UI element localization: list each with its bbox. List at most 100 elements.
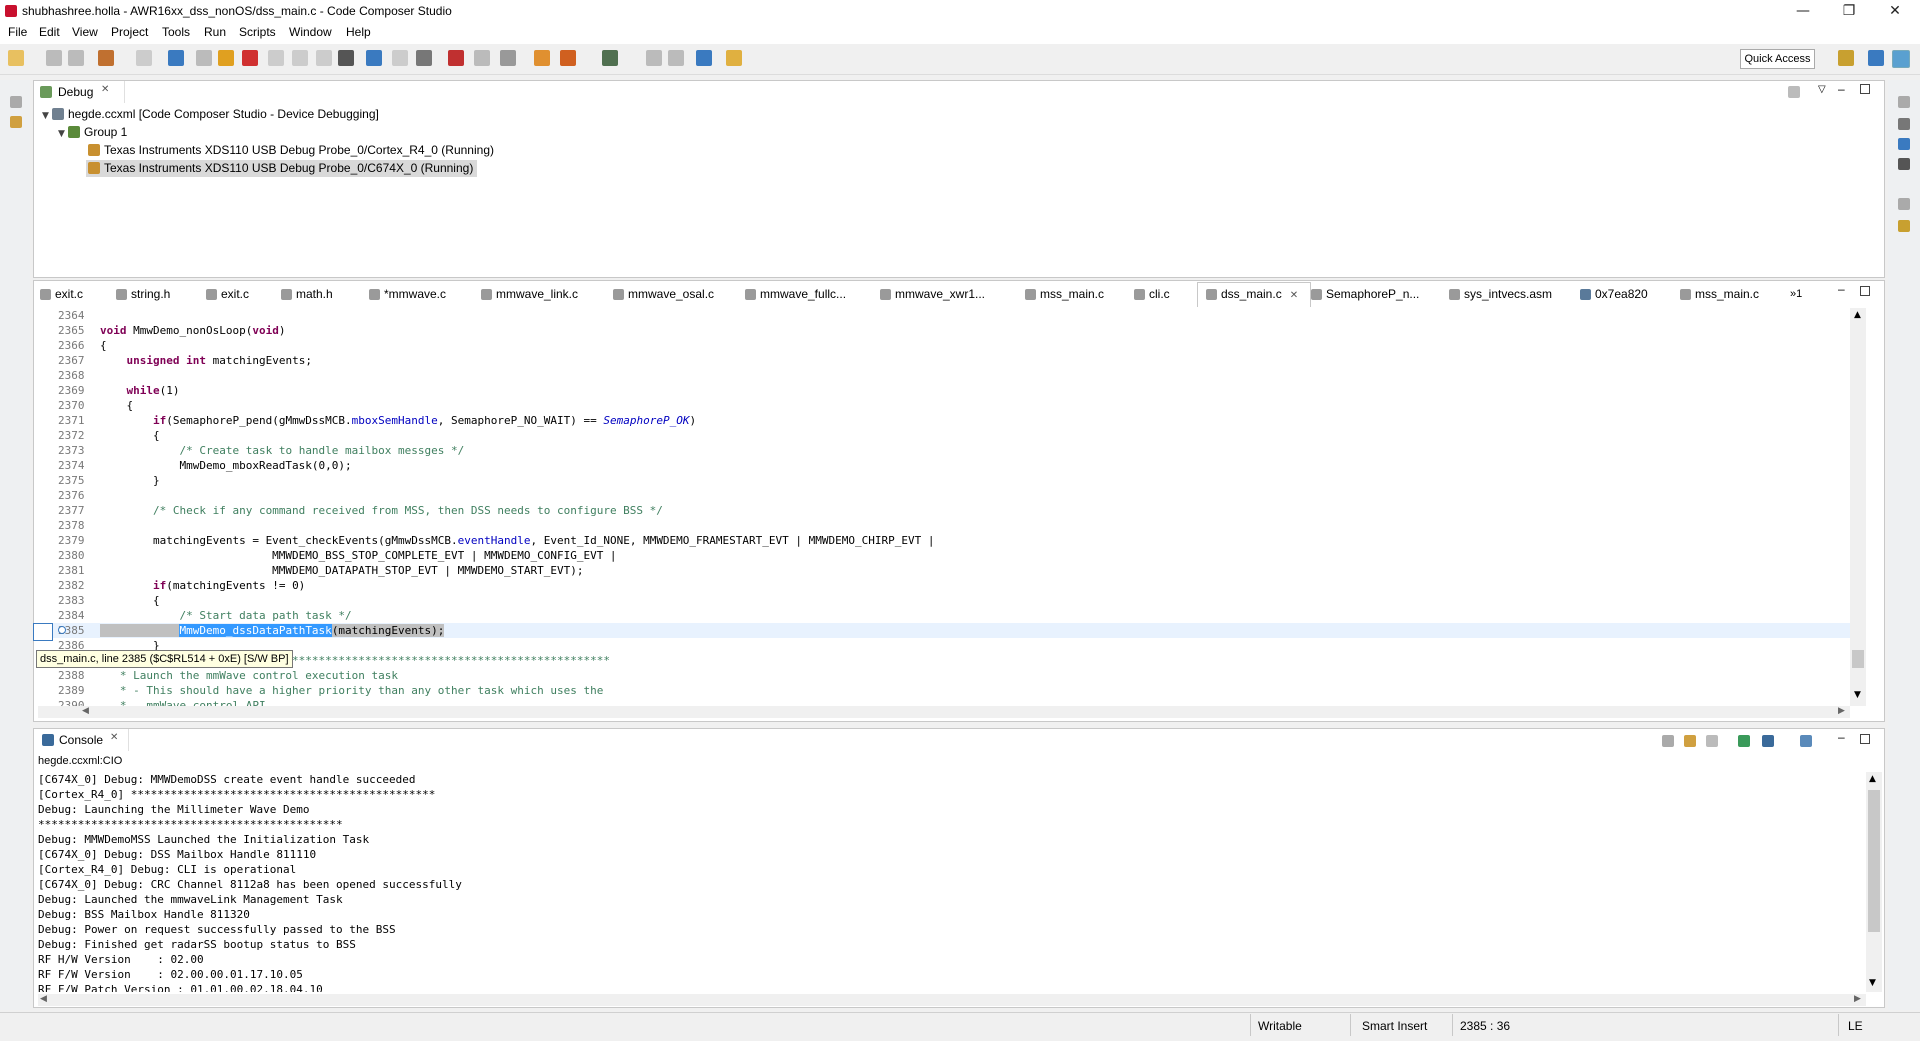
menu-file[interactable]: File	[8, 25, 27, 39]
tab-overflow-indicator[interactable]: »1	[1790, 283, 1802, 305]
prev-annotation-icon[interactable]	[668, 50, 684, 66]
ccs-edit-perspective-icon[interactable]	[1868, 50, 1884, 66]
editor-horizontal-scrollbar[interactable]	[38, 706, 1850, 718]
open-perspective-icon[interactable]	[1838, 50, 1854, 66]
clear-console-icon[interactable]	[1662, 735, 1674, 747]
editor-tab-mmwave-link-c[interactable]: mmwave_link.c	[481, 283, 578, 305]
editor-tab-math-h[interactable]: math.h	[281, 283, 333, 305]
breakpoint-marker-icon[interactable]	[33, 623, 53, 641]
scroll-up-icon[interactable]: ▲	[1854, 310, 1861, 320]
scroll-up-icon[interactable]: ▲	[1869, 774, 1876, 784]
console-output[interactable]: [C674X_0] Debug: MMWDemoDSS create event…	[38, 772, 1858, 992]
next-annotation-icon[interactable]	[646, 50, 662, 66]
external-tools-icon[interactable]	[560, 50, 576, 66]
editor-tab-mss-main-c[interactable]: mss_main.c	[1025, 283, 1104, 305]
editor-tab-mmwave-fullc[interactable]: mmwave_fullc...	[745, 283, 846, 305]
remove-breakpoints-icon[interactable]	[448, 50, 464, 66]
editor-tab-string-h[interactable]: string.h	[116, 283, 170, 305]
tree-item-cortex-r4[interactable]: Texas Instruments XDS110 USB Debug Probe…	[88, 142, 494, 159]
minimize-button[interactable]: —	[1780, 0, 1826, 24]
maximize-view-icon[interactable]	[1860, 84, 1870, 94]
tree-item-c674x[interactable]: Texas Instruments XDS110 USB Debug Probe…	[86, 160, 478, 177]
menu-run[interactable]: Run	[204, 25, 226, 39]
close-tab-icon[interactable]: ✕	[101, 84, 109, 95]
search-icon[interactable]	[696, 50, 712, 66]
save-icon[interactable]	[46, 50, 62, 66]
word-wrap-icon[interactable]	[1706, 735, 1718, 747]
open-console-icon[interactable]	[1800, 735, 1812, 747]
editor-tab-exit-c-2[interactable]: exit.c	[206, 283, 249, 305]
close-tab-icon[interactable]: ✕	[1290, 290, 1298, 301]
suspend-icon[interactable]	[218, 50, 234, 66]
run-external-icon[interactable]	[534, 50, 550, 66]
terminate-icon[interactable]	[242, 50, 258, 66]
menu-project[interactable]: Project	[111, 25, 148, 39]
menu-tools[interactable]: Tools	[162, 25, 190, 39]
scroll-left-icon[interactable]: ◀	[82, 706, 89, 716]
step-over-icon[interactable]	[292, 50, 308, 66]
console-scroll-thumb[interactable]	[1868, 790, 1880, 932]
menu-help[interactable]: Help	[346, 25, 371, 39]
minimize-view-icon[interactable]: –	[1838, 82, 1845, 96]
editor-tab-exit-c[interactable]: exit.c	[40, 283, 83, 305]
reset-icon[interactable]	[392, 50, 408, 66]
tree-item-ccxml[interactable]: ▼ hegde.ccxml [Code Composer Studio - Dev…	[42, 106, 379, 123]
maximize-editor-icon[interactable]	[1860, 286, 1870, 296]
scroll-down-icon[interactable]: ▼	[1854, 690, 1861, 700]
quick-access-field[interactable]: Quick Access	[1740, 49, 1815, 69]
editor-tab-disassembly[interactable]: 0x7ea820	[1580, 283, 1648, 305]
ccs-debug-perspective-icon[interactable]	[1892, 50, 1910, 68]
build-icon[interactable]	[98, 50, 114, 66]
scroll-right-icon[interactable]: ▶	[1854, 994, 1861, 1004]
editor-tab-sys-intvecs-asm[interactable]: sys_intvecs.asm	[1449, 283, 1552, 305]
editor-tab-mmwave-c[interactable]: *mmwave.c	[369, 283, 446, 305]
editor-scroll-thumb[interactable]	[1852, 650, 1864, 668]
minimize-console-icon[interactable]: –	[1838, 730, 1845, 744]
resume-icon[interactable]	[196, 50, 212, 66]
view-menu-icon[interactable]: ▽	[1818, 84, 1826, 95]
console-horizontal-scrollbar[interactable]	[38, 994, 1866, 1006]
skip-breakpoints-icon[interactable]	[474, 50, 490, 66]
menu-window[interactable]: Window	[289, 25, 332, 39]
variables-icon[interactable]	[1898, 118, 1910, 130]
memory-browser-icon[interactable]	[338, 50, 354, 66]
pin-console-icon[interactable]	[1738, 735, 1750, 747]
restart-icon[interactable]	[416, 50, 432, 66]
expressions-icon[interactable]	[1898, 138, 1910, 150]
display-console-icon[interactable]	[1762, 735, 1774, 747]
close-tab-icon[interactable]: ✕	[110, 732, 118, 743]
step-return-icon[interactable]	[316, 50, 332, 66]
maximize-console-icon[interactable]	[1860, 734, 1870, 744]
scroll-right-icon[interactable]: ▶	[1838, 706, 1845, 716]
remove-terminated-icon[interactable]	[1788, 86, 1800, 98]
save-all-icon[interactable]	[68, 50, 84, 66]
assembly-step-icon[interactable]	[366, 50, 382, 66]
close-button[interactable]: ✕	[1872, 0, 1918, 24]
tree-item-group[interactable]: ▼ Group 1	[58, 124, 127, 141]
breakpoints-icon[interactable]	[1898, 220, 1910, 232]
profile-icon[interactable]	[602, 50, 618, 66]
scroll-lock-icon[interactable]	[1684, 735, 1696, 747]
editor-tab-mss-main-c-2[interactable]: mss_main.c	[1680, 283, 1759, 305]
step-into-icon[interactable]	[268, 50, 284, 66]
restore-right-view-icon[interactable]	[1898, 96, 1910, 108]
expand-icon[interactable]: ▼	[42, 108, 52, 125]
menu-scripts[interactable]: Scripts	[239, 25, 276, 39]
scroll-down-icon[interactable]: ▼	[1869, 978, 1876, 988]
editor-vertical-scrollbar[interactable]	[1850, 308, 1866, 706]
menu-edit[interactable]: Edit	[39, 25, 60, 39]
restore-breakpoints-view-icon[interactable]	[1898, 198, 1910, 210]
new-icon[interactable]	[8, 50, 24, 66]
minimize-editor-icon[interactable]: –	[1838, 282, 1845, 296]
editor-tab-semaphorep[interactable]: SemaphoreP_n...	[1311, 283, 1419, 305]
connect-icon[interactable]	[136, 50, 152, 66]
restore-button[interactable]: ❐	[1826, 0, 1872, 24]
debug-icon[interactable]	[168, 50, 184, 66]
editor-tab-dss-main-c[interactable]: dss_main.c ✕	[1197, 282, 1311, 307]
editor-tab-cli-c[interactable]: cli.c	[1134, 283, 1170, 305]
code-editor[interactable]: 2364 2365 void MmwDemo_nonOsLoop(void) 23…	[38, 308, 1850, 706]
status-insert-mode[interactable]: Smart Insert	[1362, 1019, 1427, 1033]
registers-icon[interactable]	[1898, 158, 1910, 170]
load-program-icon[interactable]	[500, 50, 516, 66]
scroll-left-icon[interactable]: ◀	[40, 994, 47, 1004]
